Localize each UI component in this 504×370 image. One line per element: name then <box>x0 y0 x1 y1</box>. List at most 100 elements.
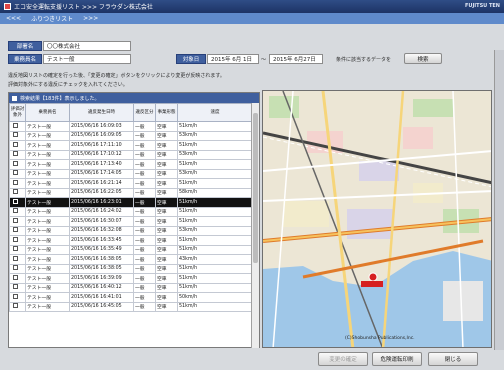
violation-time: 2015/06/16 16:39:09 <box>69 273 134 284</box>
driver-field[interactable]: テスト一般 <box>43 54 131 64</box>
table-row[interactable]: テスト一般 2015/06/16 16:24:02 一般 空車 51km/h <box>9 206 253 217</box>
header-type[interactable]: 違反区分 <box>133 103 156 122</box>
dept-field[interactable]: 〇〇株式会社 <box>43 41 131 51</box>
table-row[interactable]: テスト一般 2015/06/16 16:40:12 一般 空車 51km/h <box>9 282 253 293</box>
table-row[interactable]: テスト一般 2015/06/16 16:33:45 一般 空車 51km/h <box>9 235 253 246</box>
driver-name: テスト一般 <box>25 292 70 303</box>
table-row[interactable]: テスト一般 2015/06/16 17:14:05 一般 空車 53km/h <box>9 168 253 179</box>
exclude-checkbox[interactable] <box>9 168 26 179</box>
confirm-changes-button[interactable]: 変更の確定 <box>318 352 368 366</box>
exclude-checkbox[interactable] <box>9 130 26 141</box>
exclude-checkbox[interactable] <box>9 149 26 160</box>
checkbox[interactable] <box>13 189 18 195</box>
exclude-checkbox[interactable] <box>9 216 26 227</box>
violation-time: 2015/06/16 16:30:07 <box>69 216 134 227</box>
table-row[interactable]: テスト一般 2015/06/16 17:10:12 一般 空車 53km/h <box>9 149 253 160</box>
checkbox[interactable] <box>13 122 18 128</box>
scrollbar-thumb[interactable] <box>253 113 258 263</box>
header-driver[interactable]: 乗務員名 <box>25 103 70 122</box>
checkbox[interactable] <box>13 236 18 242</box>
checkbox[interactable] <box>13 227 18 233</box>
exclude-checkbox[interactable] <box>9 282 26 293</box>
table-row[interactable]: テスト一般 2015/06/16 16:39:09 一般 空車 51km/h <box>9 273 253 284</box>
checkbox[interactable] <box>13 303 18 309</box>
checkbox[interactable] <box>13 141 18 147</box>
driver-name: テスト一般 <box>25 263 70 274</box>
table-row[interactable]: テスト一般 2015/06/16 16:38:05 一般 空車 51km/h <box>9 263 253 274</box>
exclude-checkbox[interactable] <box>9 263 26 274</box>
table-row[interactable]: テスト一般 2015/06/16 16:38:05 一般 空車 43km/h <box>9 254 253 265</box>
forward-link[interactable]: >>> <box>83 15 98 22</box>
back-link[interactable]: <<< <box>6 15 21 22</box>
checkbox[interactable] <box>13 284 18 290</box>
checkbox[interactable] <box>13 246 18 252</box>
checkbox[interactable] <box>13 208 18 214</box>
exclude-checkbox[interactable] <box>9 121 26 132</box>
violation-type: 一般 <box>133 292 156 303</box>
date-from-field[interactable]: 2015年 6月 1日 <box>207 54 259 64</box>
violation-time: 2015/06/16 16:45:05 <box>69 301 134 312</box>
exclude-checkbox[interactable] <box>9 140 26 151</box>
header-exclude[interactable]: 評価対象外 <box>9 103 26 122</box>
operation-mode: 空車 <box>155 140 178 151</box>
exclude-checkbox[interactable] <box>9 292 26 303</box>
header-datetime[interactable]: 違反発生日時 <box>69 103 134 122</box>
violation-type: 一般 <box>133 244 156 255</box>
exclude-checkbox[interactable] <box>9 235 26 246</box>
exclude-checkbox[interactable] <box>9 225 26 236</box>
exclude-checkbox[interactable] <box>9 187 26 198</box>
driver-name: テスト一般 <box>25 149 70 160</box>
exclude-checkbox[interactable] <box>9 197 26 208</box>
checkbox[interactable] <box>13 151 18 157</box>
exclude-checkbox[interactable] <box>9 254 26 265</box>
exclude-checkbox[interactable] <box>9 159 26 170</box>
speed: 51km/h <box>177 301 253 312</box>
street-map <box>263 91 491 347</box>
map-view[interactable]: (C)Shobunsha Publications,Inc. <box>262 90 492 348</box>
operation-mode: 空車 <box>155 273 178 284</box>
table-row[interactable]: テスト一般 2015/06/16 16:09:05 一般 空車 53km/h <box>9 130 253 141</box>
exclude-checkbox[interactable] <box>9 273 26 284</box>
table-row[interactable]: テスト一般 2015/06/16 16:45:05 一般 空車 51km/h <box>9 301 253 312</box>
exclude-checkbox[interactable] <box>9 206 26 217</box>
checkbox[interactable] <box>13 255 18 261</box>
checkbox[interactable] <box>13 160 18 166</box>
right-scroll-edge[interactable] <box>494 50 504 350</box>
brand-logo: FUJITSU TEN <box>464 3 500 9</box>
print-button[interactable]: 危険運転印刷 <box>372 352 422 366</box>
header-speed[interactable]: 速度 <box>177 103 253 122</box>
operation-mode: 空車 <box>155 254 178 265</box>
operation-mode: 空車 <box>155 130 178 141</box>
table-row[interactable]: テスト一般 2015/06/16 16:22:05 一般 空車 58km/h <box>9 187 253 198</box>
checkbox[interactable] <box>13 217 18 223</box>
exclude-checkbox[interactable] <box>9 244 26 255</box>
checkbox[interactable] <box>13 274 18 280</box>
table-row[interactable]: テスト一般 2015/06/16 16:32:08 一般 空車 53km/h <box>9 225 253 236</box>
exclude-checkbox[interactable] <box>9 178 26 189</box>
violation-marker[interactable] <box>368 272 378 282</box>
table-row[interactable]: テスト一般 2015/06/16 16:30:07 一般 空車 51km/h <box>9 216 253 227</box>
table-row[interactable]: テスト一般 2015/06/16 16:23:01 一般 空車 51km/h <box>9 197 253 208</box>
operation-mode: 空車 <box>155 206 178 217</box>
search-button[interactable]: 検索 <box>404 53 442 64</box>
checkbox[interactable] <box>13 293 18 299</box>
table-row[interactable]: テスト一般 2015/06/16 17:13:40 一般 空車 51km/h <box>9 159 253 170</box>
header-mode[interactable]: 事業形態 <box>155 103 178 122</box>
checkbox[interactable] <box>13 198 18 204</box>
speed: 51km/h <box>177 159 253 170</box>
date-to-field[interactable]: 2015年 6月27日 <box>269 54 323 64</box>
table-row[interactable]: テスト一般 2015/06/16 16:41:01 一般 空車 50km/h <box>9 292 253 303</box>
exclude-checkbox[interactable] <box>9 301 26 312</box>
list-scrollbar[interactable] <box>251 103 259 348</box>
close-button[interactable]: 閉じる <box>428 352 478 366</box>
table-row[interactable]: テスト一般 2015/06/16 17:11:10 一般 空車 51km/h <box>9 140 253 151</box>
checkbox[interactable] <box>13 265 18 271</box>
table-row[interactable]: テスト一般 2015/06/16 16:21:14 一般 空車 51km/h <box>9 178 253 189</box>
table-row[interactable]: テスト一般 2015/06/16 16:09:03 一般 空車 51km/h <box>9 121 253 132</box>
speed: 51km/h <box>177 140 253 151</box>
window-title: エコ安全運転支援リスト >>> フラウダン株式会社 <box>14 4 153 11</box>
checkbox[interactable] <box>13 170 18 176</box>
checkbox[interactable] <box>13 179 18 185</box>
table-row[interactable]: テスト一般 2015/06/16 16:35:49 一般 空車 51km/h <box>9 244 253 255</box>
checkbox[interactable] <box>13 132 18 138</box>
